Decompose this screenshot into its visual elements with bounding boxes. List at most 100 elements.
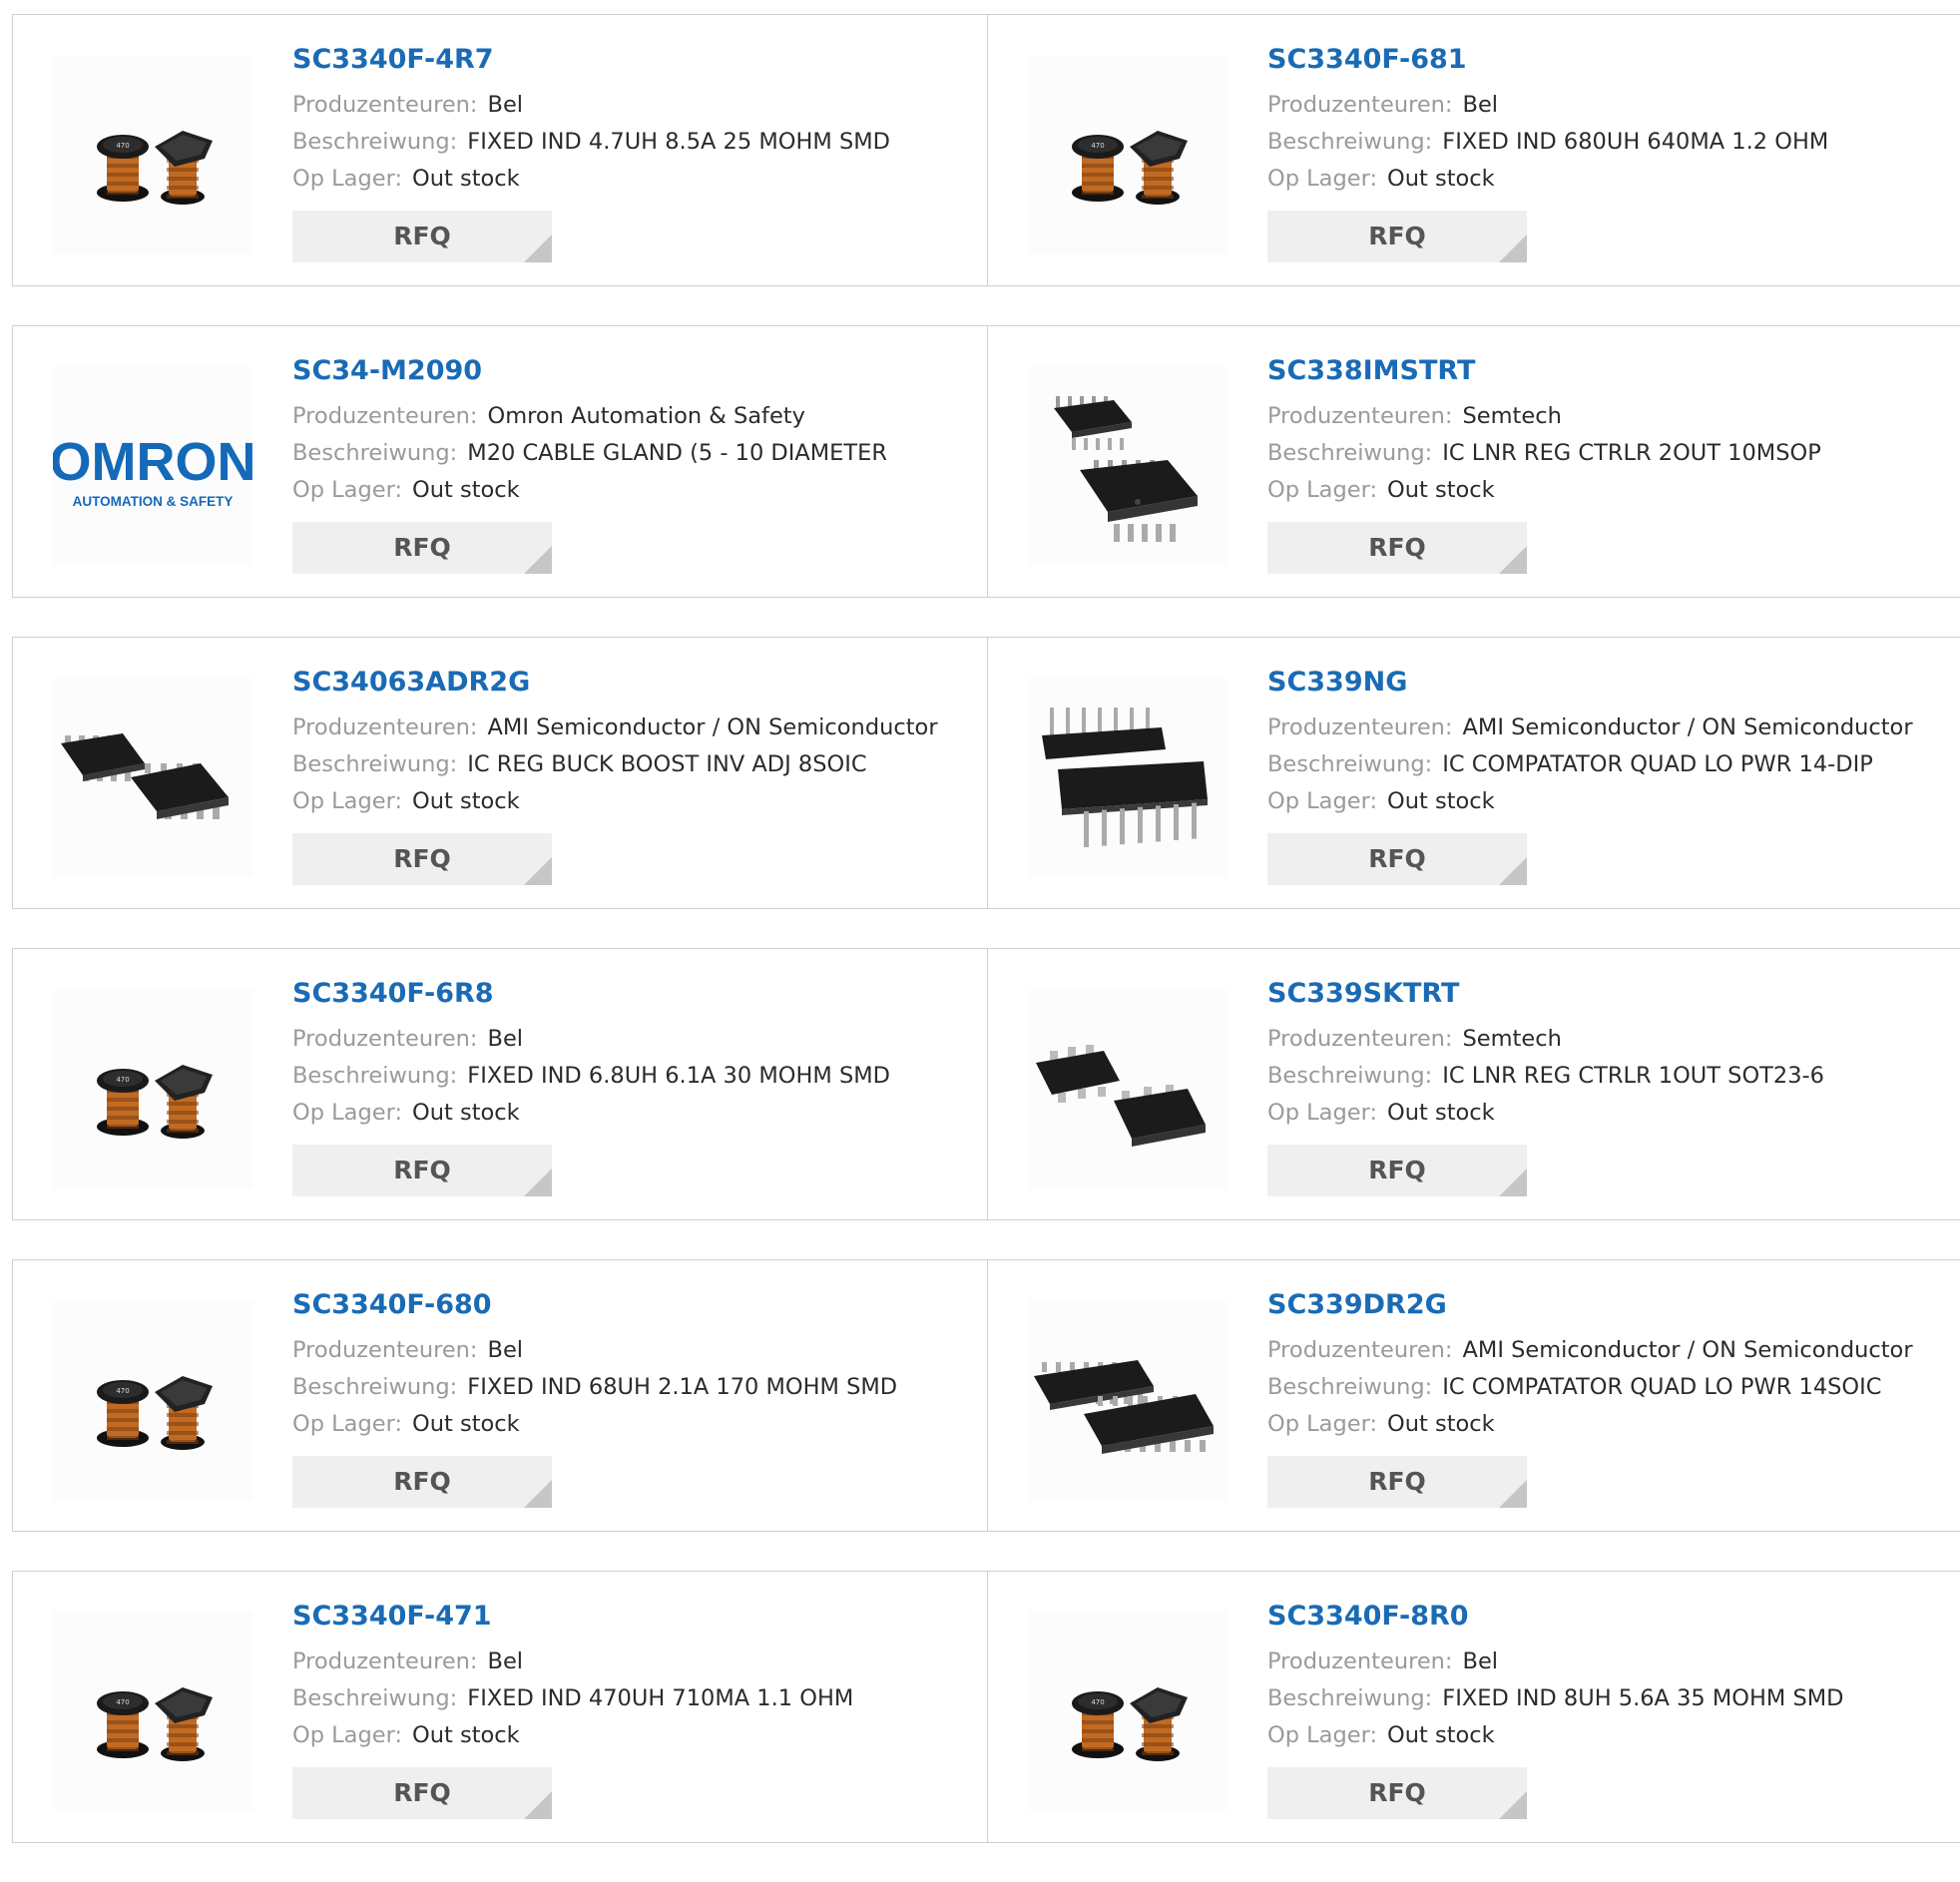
corner-triangle-icon [524, 857, 552, 885]
corner-triangle-icon [1499, 546, 1527, 574]
stock-label: Op Lager: [1267, 788, 1378, 814]
svg-text:470: 470 [116, 1698, 129, 1706]
soic14-chip-image[interactable] [1028, 1300, 1227, 1500]
stock-label: Op Lager: [1267, 1722, 1378, 1748]
description-label: Beschreiwung: [1267, 1063, 1433, 1089]
msop-chip-image[interactable] [1028, 366, 1227, 566]
product-row: 470 SC3340F-680 Produzenteuren: Bel Besch… [12, 1259, 1960, 1534]
part-number-link[interactable]: SC3340F-8R0 [1267, 1600, 1844, 1634]
corner-triangle-icon [1499, 1169, 1527, 1196]
rfq-button[interactable]: RFQ [1267, 1456, 1527, 1508]
corner-triangle-icon [1499, 235, 1527, 262]
description-label: Beschreiwung: [292, 129, 458, 155]
svg-text:470: 470 [1091, 1698, 1104, 1706]
corner-triangle-icon [524, 235, 552, 262]
part-number-link[interactable]: SC339SKTRT [1267, 977, 1824, 1011]
corner-triangle-icon [1499, 1480, 1527, 1508]
manufacturer-label: Produzenteuren: [292, 403, 478, 429]
description-label: Beschreiwung: [292, 1685, 458, 1711]
inductor-image[interactable]: 470 [53, 989, 252, 1188]
manufacturer-value: Bel [1462, 92, 1499, 118]
description-value: FIXED IND 470UH 710MA 1.1 OHM [467, 1685, 854, 1711]
part-number-link[interactable]: SC34-M2090 [292, 354, 887, 388]
part-number-link[interactable]: SC339DR2G [1267, 1288, 1913, 1322]
rfq-button[interactable]: RFQ [292, 1456, 552, 1508]
description-label: Beschreiwung: [1267, 129, 1433, 155]
stock-value: Out stock [1387, 477, 1495, 503]
product-row: OMRON AUTOMATION & SAFETY SC34-M2090 Pro… [12, 325, 1960, 600]
product-row: 470 SC3340F-4R7 Produzenteuren: Bel Besch… [12, 14, 1960, 288]
stock-value: Out stock [412, 1722, 520, 1748]
inductor-image[interactable]: 470 [53, 1300, 252, 1500]
part-number-link[interactable]: SC3340F-471 [292, 1600, 853, 1634]
stock-value: Out stock [1387, 166, 1495, 192]
rfq-button[interactable]: RFQ [1267, 522, 1527, 574]
stock-label: Op Lager: [292, 166, 403, 192]
rfq-button[interactable]: RFQ [1267, 833, 1527, 885]
rfq-button[interactable]: RFQ [292, 833, 552, 885]
corner-triangle-icon [524, 1791, 552, 1819]
sot23-chip-image[interactable] [1028, 989, 1227, 1188]
description-label: Beschreiwung: [292, 1063, 458, 1089]
part-number-link[interactable]: SC3340F-4R7 [292, 43, 890, 77]
description-label: Beschreiwung: [1267, 751, 1433, 777]
manufacturer-value: Bel [487, 1026, 524, 1052]
stock-value: Out stock [412, 477, 520, 503]
corner-triangle-icon [524, 1480, 552, 1508]
dip14-chip-image[interactable] [1028, 678, 1227, 877]
description-value: FIXED IND 4.7UH 8.5A 25 MOHM SMD [467, 129, 890, 155]
soic8-chip-image[interactable] [53, 678, 252, 877]
inductor-image[interactable]: 470 [53, 55, 252, 254]
description-label: Beschreiwung: [292, 440, 458, 466]
rfq-button-label: RFQ [1368, 533, 1426, 562]
description-value: IC LNR REG CTRLR 2OUT 10MSOP [1442, 440, 1821, 466]
corner-triangle-icon [1499, 1791, 1527, 1819]
manufacturer-value: Semtech [1462, 1026, 1562, 1052]
part-number-link[interactable]: SC34063ADR2G [292, 666, 938, 700]
stock-value: Out stock [412, 1100, 520, 1126]
description-value: FIXED IND 680UH 640MA 1.2 OHM [1442, 129, 1829, 155]
product-card: SC339SKTRT Produzenteuren: Semtech Beschr… [987, 948, 1960, 1220]
stock-value: Out stock [1387, 1722, 1495, 1748]
svg-text:470: 470 [116, 1076, 129, 1084]
manufacturer-value: Bel [487, 1337, 524, 1363]
stock-value: Out stock [1387, 1100, 1495, 1126]
rfq-button[interactable]: RFQ [292, 211, 552, 262]
inductor-image[interactable]: 470 [1028, 55, 1227, 254]
stock-label: Op Lager: [1267, 1411, 1378, 1437]
manufacturer-value: Semtech [1462, 403, 1562, 429]
manufacturer-label: Produzenteuren: [1267, 1026, 1453, 1052]
rfq-button[interactable]: RFQ [292, 522, 552, 574]
omron-logo-text: OMRON [53, 432, 252, 492]
manufacturer-value: AMI Semiconductor / ON Semiconductor [1462, 1337, 1913, 1363]
rfq-button[interactable]: RFQ [292, 1145, 552, 1196]
omron-logo[interactable]: OMRON AUTOMATION & SAFETY [53, 366, 252, 566]
manufacturer-label: Produzenteuren: [1267, 714, 1453, 740]
inductor-image[interactable]: 470 [53, 1612, 252, 1811]
manufacturer-label: Produzenteuren: [1267, 92, 1453, 118]
manufacturer-label: Produzenteuren: [1267, 403, 1453, 429]
part-number-link[interactable]: SC339NG [1267, 666, 1913, 700]
part-number-link[interactable]: SC3340F-681 [1267, 43, 1828, 77]
description-value: FIXED IND 68UH 2.1A 170 MOHM SMD [467, 1374, 898, 1400]
part-number-link[interactable]: SC338IMSTRT [1267, 354, 1821, 388]
manufacturer-label: Produzenteuren: [292, 1337, 478, 1363]
rfq-button[interactable]: RFQ [292, 1767, 552, 1819]
part-number-link[interactable]: SC3340F-6R8 [292, 977, 890, 1011]
inductor-image[interactable]: 470 [1028, 1612, 1227, 1811]
manufacturer-value: Bel [487, 92, 524, 118]
rfq-button[interactable]: RFQ [1267, 1767, 1527, 1819]
rfq-button[interactable]: RFQ [1267, 211, 1527, 262]
manufacturer-value: AMI Semiconductor / ON Semiconductor [487, 714, 938, 740]
manufacturer-label: Produzenteuren: [1267, 1648, 1453, 1674]
rfq-button-label: RFQ [393, 1156, 451, 1184]
product-row: 470 SC3340F-471 Produzenteuren: Bel Besch… [12, 1571, 1960, 1845]
rfq-button-label: RFQ [1368, 1156, 1426, 1184]
product-card: SC339DR2G Produzenteuren: AMI Semiconduct… [987, 1259, 1960, 1532]
description-value: IC REG BUCK BOOST INV ADJ 8SOIC [467, 751, 867, 777]
manufacturer-label: Produzenteuren: [292, 1026, 478, 1052]
part-number-link[interactable]: SC3340F-680 [292, 1288, 897, 1322]
product-card: 470 SC3340F-680 Produzenteuren: Bel Besch… [12, 1259, 988, 1532]
rfq-button[interactable]: RFQ [1267, 1145, 1527, 1196]
product-card: 470 SC3340F-471 Produzenteuren: Bel Besch… [12, 1571, 988, 1843]
